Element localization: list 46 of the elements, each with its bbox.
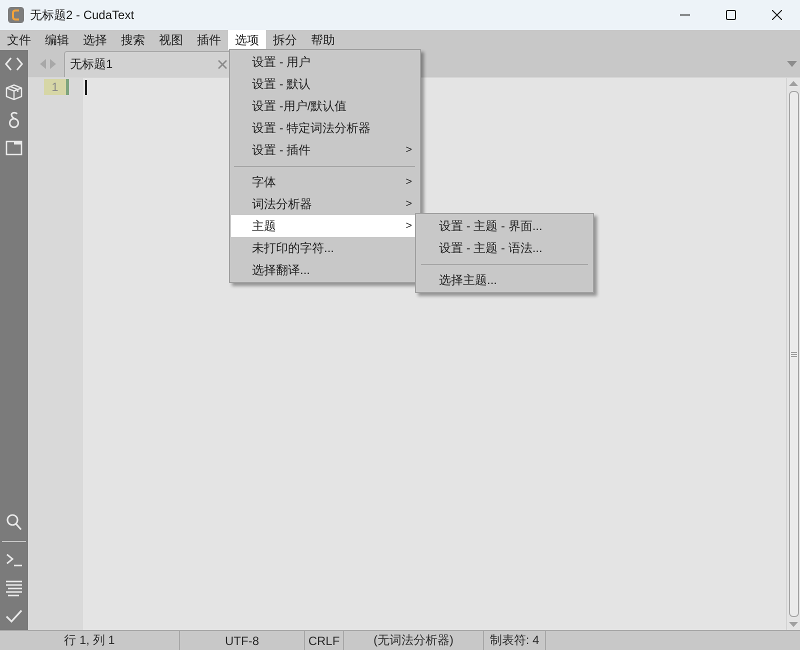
menu-item[interactable]: 选择主题... (417, 269, 592, 291)
status-cell[interactable]: 行 1, 列 1 (0, 631, 180, 650)
menu-bar-item[interactable]: 视图 (152, 30, 190, 50)
list-icon[interactable] (5, 579, 23, 597)
menu-item[interactable]: 设置 -用户/默认值 (231, 95, 415, 117)
menu-item[interactable]: 未打印的字符... (231, 237, 415, 259)
menu-item[interactable]: 词法分析器 > (231, 193, 415, 215)
window-title: 无标题2 - CudaText (30, 6, 134, 24)
maximize-icon (726, 10, 736, 20)
search-icon[interactable] (5, 513, 23, 531)
status-cell[interactable]: 制表符: 4 (484, 631, 546, 650)
scroll-up-icon[interactable] (789, 81, 798, 86)
status-cell[interactable]: UTF-8 (180, 631, 305, 650)
menu-item[interactable]: 设置 - 主题 - 界面... (417, 215, 592, 237)
code-icon[interactable] (5, 55, 23, 73)
menu-item[interactable]: 设置 - 特定词法分析器 (231, 117, 415, 139)
scroll-down-icon[interactable] (789, 622, 798, 627)
menu-item[interactable]: 设置 - 插件 > (231, 139, 415, 161)
menu-item[interactable]: 主题 > (231, 215, 415, 237)
menu-bar-item[interactable]: 搜索 (114, 30, 152, 50)
menu-item[interactable]: 设置 - 主题 - 语法... (417, 237, 592, 259)
menu-bar-item[interactable]: 编辑 (38, 30, 76, 50)
scrollbar-thumb[interactable] (788, 91, 798, 617)
terminal-icon[interactable] (5, 551, 23, 569)
app-logo-icon (8, 7, 24, 23)
menu-bar-item[interactable]: 拆分 (266, 30, 304, 50)
status-cell[interactable]: (无词法分析器) (344, 631, 484, 650)
panel-icon[interactable] (5, 139, 23, 157)
tab-close-icon[interactable] (218, 60, 227, 69)
menu-bar-item[interactable]: 选择 (76, 30, 114, 50)
scrollbar-track[interactable] (786, 78, 800, 630)
menu-bar-item[interactable]: 选项 (228, 30, 266, 50)
caret-icon[interactable] (787, 60, 797, 66)
text-cursor (85, 80, 87, 95)
package-icon[interactable] (5, 83, 23, 101)
menu-item[interactable]: 字体 > (231, 171, 415, 193)
close-icon (772, 10, 782, 20)
grip-icon (790, 352, 796, 356)
menu-bar-item[interactable]: 插件 (190, 30, 228, 50)
menu-bar-item[interactable]: 帮助 (304, 30, 342, 50)
line-state-marker (66, 79, 69, 95)
menu-bar-item[interactable]: 文件 (0, 30, 38, 50)
check-icon[interactable] (5, 607, 23, 625)
line-number: 1 (44, 79, 66, 95)
menu-item[interactable]: 选择翻译... (231, 259, 415, 281)
status-cell[interactable]: CRLF (305, 631, 344, 650)
